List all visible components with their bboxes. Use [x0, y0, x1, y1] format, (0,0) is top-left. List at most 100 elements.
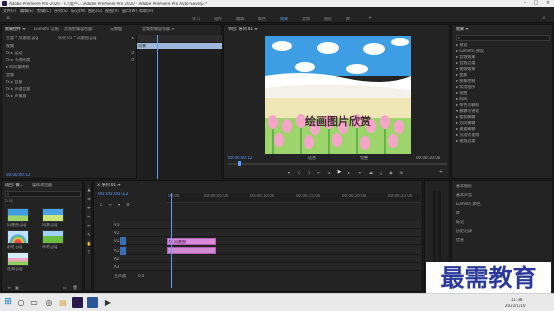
tab-libraries[interactable]: 库: [456, 211, 460, 215]
project-thumb-3[interactable]: [7, 230, 29, 244]
tree-item-image-control[interactable]: ▸ 图像控制: [456, 79, 475, 83]
step-back-icon[interactable]: ◂: [326, 170, 332, 176]
selection-tool-icon[interactable]: ▲: [86, 187, 92, 193]
effect-row-time-remap[interactable]: ▸ 时间重映射: [6, 65, 29, 69]
minimize-button[interactable]: –: [520, 0, 530, 7]
pen-tool-icon[interactable]: ✎: [86, 232, 92, 238]
timeline-playhead[interactable]: [171, 193, 172, 288]
workspace-effects[interactable]: 效果: [280, 17, 288, 21]
play-icon[interactable]: ▶: [336, 169, 343, 176]
effect-row-volume[interactable]: fx ▸ 音量: [6, 80, 22, 84]
program-timecode[interactable]: 00:00:00:12: [228, 156, 252, 160]
source-clip-label[interactable]: 主要 * 风景图.jpg: [6, 36, 56, 40]
reset-opacity-icon[interactable]: ↺: [130, 57, 135, 63]
tab-lumetri-color[interactable]: Lumetri 颜色: [456, 202, 481, 206]
tab-audio-clip-mixer[interactable]: 音频剪辑混合器：序列 01: [64, 27, 94, 31]
slip-tool-icon[interactable]: ↔: [86, 223, 92, 229]
program-playhead[interactable]: [238, 161, 241, 166]
track-a3[interactable]: [112, 263, 420, 271]
type-tool-icon[interactable]: T: [86, 250, 92, 256]
tab-sequence-01[interactable]: × 序列 01 ≡: [97, 183, 121, 187]
workspace-editing[interactable]: 编辑: [236, 17, 244, 21]
menu-view[interactable]: 视图(V): [105, 9, 119, 13]
tree-item-blur-sharpen[interactable]: ▾ 模糊与锐化: [456, 109, 479, 113]
export-frame-icon[interactable]: ◉: [388, 170, 394, 176]
windows-start-icon[interactable]: ⊞: [3, 297, 13, 307]
track-v1[interactable]: [112, 237, 420, 245]
button-editor-icon[interactable]: +: [437, 169, 445, 176]
mark-clip-icon[interactable]: }: [306, 170, 312, 176]
timeline-ruler[interactable]: 00:00 00:00:05:00 00:00:10:00 00:00:15:0…: [166, 193, 420, 203]
track-label-a1[interactable]: A1: [114, 249, 119, 253]
tab-program-monitor[interactable]: 节目: 序列 01 ≡: [228, 27, 258, 31]
program-scrubber[interactable]: [228, 161, 447, 166]
tab-media-browser[interactable]: 媒体浏览器: [32, 183, 52, 187]
close-button[interactable]: ×: [543, 0, 553, 7]
razor-tool-icon[interactable]: ✂: [86, 214, 92, 220]
list-view-icon[interactable]: ≡: [6, 285, 12, 291]
video-clip[interactable]: fx 风景图: [167, 238, 216, 245]
tab-project[interactable]: 项目: 微...: [5, 183, 31, 187]
track-v2[interactable]: [112, 229, 420, 237]
search-icon[interactable]: ⌕: [540, 15, 548, 22]
workspace-audio[interactable]: 音频: [302, 17, 310, 21]
snap-icon[interactable]: ⊂: [98, 202, 104, 208]
tree-item-directional-blur[interactable]: ▸ 方向模糊: [456, 121, 475, 125]
chrome-taskbar-icon[interactable]: ◎: [44, 297, 54, 307]
linked-selection-icon[interactable]: ∞: [107, 202, 113, 208]
task-view-icon[interactable]: ▭: [29, 297, 39, 307]
tree-item-lumetri-presets[interactable]: ▸ Lumetri 预设: [456, 49, 484, 53]
tree-item-utility[interactable]: ▸ 实用程序: [456, 85, 475, 89]
tab-effects[interactable]: 效果 ≡: [456, 27, 469, 31]
tab-essential-sound[interactable]: 基本声音: [456, 193, 472, 197]
tree-item-video-effects[interactable]: ▾ 视频效果: [456, 67, 475, 71]
audio-clip[interactable]: [167, 247, 216, 254]
effect-row-motion[interactable]: fx ▸ 运动: [6, 51, 22, 55]
menu-marker[interactable]: 标记(M): [71, 9, 86, 13]
tab-lumetri-scopes[interactable]: Lumetri 范围: [34, 27, 59, 31]
track-select-tool-icon[interactable]: ⇉: [86, 196, 92, 202]
project-thumb-4[interactable]: [42, 230, 64, 244]
tab-audio-mixer[interactable]: 音频剪辑混合器 ≡: [142, 27, 202, 31]
extract-icon[interactable]: ⤓: [378, 170, 384, 176]
hand-tool-icon[interactable]: ✋: [86, 241, 92, 247]
workspace-color[interactable]: 颜色: [258, 17, 266, 21]
tree-item-distort[interactable]: ▸ 扭曲: [456, 91, 467, 95]
menu-clip[interactable]: 剪辑(C): [37, 9, 51, 13]
track-a1[interactable]: [112, 247, 420, 255]
go-to-out-icon[interactable]: ⇥: [356, 170, 362, 176]
mark-out-icon[interactable]: {: [296, 170, 302, 176]
comparison-view-icon[interactable]: ⊞: [398, 170, 404, 176]
taskbar-date[interactable]: 2022/1/10: [505, 304, 526, 308]
tree-item-time[interactable]: ▸ 时间: [456, 97, 467, 101]
project-thumb-2[interactable]: [42, 208, 64, 222]
v1-source-patch[interactable]: [120, 237, 126, 245]
menu-help[interactable]: 帮助(H): [139, 9, 153, 13]
new-bin-icon[interactable]: ▭: [62, 285, 68, 291]
track-v3[interactable]: [112, 221, 420, 229]
fit-dropdown[interactable]: 适合: [308, 156, 330, 160]
media-player-icon[interactable]: ▶: [103, 297, 113, 307]
sequence-clip-label[interactable]: 序列 01 * 风景图.jpg: [58, 36, 128, 40]
program-video-frame[interactable]: 绘画图片欣赏: [265, 36, 411, 154]
project-thumb-1[interactable]: [7, 208, 29, 222]
more-workspaces-icon[interactable]: »: [366, 15, 374, 22]
tree-item-video-transitions[interactable]: ▸ 视频过渡: [456, 139, 475, 143]
tree-item-transform[interactable]: ▸ 变换: [456, 73, 467, 77]
tab-info[interactable]: 信息: [456, 238, 464, 242]
delete-icon[interactable]: 🗑: [72, 285, 78, 291]
effect-mini-timeline[interactable]: 风景: [136, 35, 222, 179]
track-a2[interactable]: [112, 255, 420, 263]
reset-motion-icon[interactable]: ↺: [130, 50, 135, 56]
mini-playhead[interactable]: [157, 35, 158, 179]
taskbar-time[interactable]: 11:38: [511, 298, 523, 302]
tree-item-immersive-video[interactable]: ▸ 沉浸式视频: [456, 133, 479, 137]
tree-item-audio-transitions[interactable]: ▸ 音频过渡: [456, 61, 475, 65]
track-label-v1[interactable]: V1: [114, 239, 119, 243]
tab-essential-graphics[interactable]: 基本图形: [456, 184, 472, 188]
home-icon[interactable]: ⌂: [4, 15, 12, 22]
file-explorer-icon[interactable]: ▤: [58, 297, 68, 307]
tree-item-channel-blur[interactable]: ▸ 通道模糊: [456, 127, 475, 131]
workspace-libraries[interactable]: 库: [346, 17, 350, 21]
mark-in-icon[interactable]: ▾: [286, 170, 292, 176]
